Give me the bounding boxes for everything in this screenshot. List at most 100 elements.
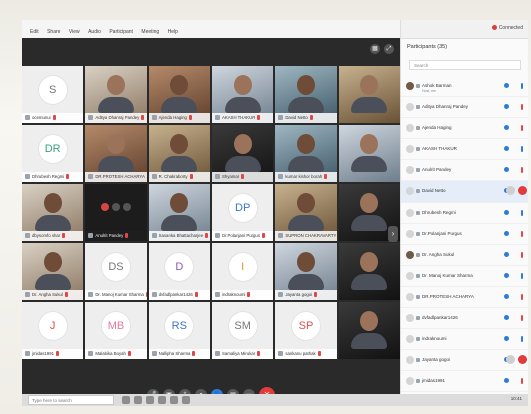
tile-name-label: dbysomfo shar — [32, 233, 61, 238]
video-tile[interactable]: kumar kishor borah — [275, 125, 337, 182]
tile-name-label: Jayanta gogoi — [285, 292, 313, 297]
video-tile[interactable]: Ajenda Haging — [148, 66, 210, 123]
taskbar-search-input[interactable]: Type here to search — [28, 395, 114, 405]
participant-row[interactable]: DR.PROTESH ACHARYA — [401, 287, 528, 309]
participant-row[interactable]: dvfadlpankar1426 — [401, 308, 528, 330]
mic-status-icon — [521, 230, 523, 237]
video-tile[interactable]: Ddvfadlpankar1426 — [148, 243, 210, 300]
video-tile[interactable]: Sasanka Bhattacharjee — [148, 184, 210, 241]
taskbar-app-icon[interactable] — [158, 396, 166, 404]
video-tile[interactable]: DS Dr. Manoj Kumar Sharma — [85, 243, 147, 300]
participant-row[interactable]: Dhrubesh Regmi — [401, 203, 528, 224]
video-tile[interactable] — [338, 66, 400, 123]
video-tile[interactable]: SM Samaliya Mirukar — [211, 302, 274, 359]
participant-icon — [416, 294, 420, 299]
connection-status: Connected — [491, 25, 523, 31]
participant-grid: Socemunui Aditya Dhanraj Pandey Ajenda Hag… — [22, 66, 400, 359]
participant-row[interactable]: Anulrit Pandey — [401, 160, 528, 182]
participant-row[interactable]: David Netto — [401, 181, 528, 203]
video-tile[interactable]: Jjmidas1991 — [22, 302, 84, 359]
participant-name: jmidas1991 — [422, 378, 446, 384]
more-options-icon[interactable] — [506, 355, 515, 365]
menu-edit[interactable]: Edit — [30, 29, 39, 35]
video-tile[interactable]: Aditya Dhanraj Pandey — [85, 66, 147, 123]
taskbar-app-icon[interactable] — [122, 396, 130, 404]
video-tile[interactable]: Jayanta gogoi — [275, 243, 337, 300]
participant-row[interactable]: Dr. Manoj Kumar Sharma — [401, 266, 528, 287]
video-tile[interactable]: dbysomfo shar — [22, 184, 84, 241]
video-tile[interactable]: R. Chakraborty — [148, 125, 210, 182]
video-tile[interactable]: DR Dhrubesh Regmi — [22, 125, 84, 182]
video-tile[interactable] — [338, 243, 400, 300]
menu-meeting[interactable]: Meeting — [141, 29, 159, 35]
more-options-icon[interactable] — [506, 186, 515, 196]
participant-row[interactable]: jmidas1991 — [401, 371, 528, 393]
participant-face-icon — [170, 75, 189, 96]
taskbar-app-icon[interactable] — [170, 396, 178, 404]
taskbar-app-icon[interactable] — [134, 396, 142, 404]
video-tile[interactable]: DP Dr.Polanjani Purgus — [211, 184, 274, 241]
participant-icon — [151, 115, 157, 121]
video-tile[interactable]: Shyamar — [211, 125, 274, 182]
tile-name-bar: Dr.Polanjani Purgus — [211, 231, 274, 241]
participant-row[interactable]: Aditya Dhanraj Pandey — [401, 97, 528, 119]
participant-row[interactable]: Dr.Polanjani Purgus — [401, 224, 528, 245]
avatar — [406, 292, 414, 301]
participant-body-icon — [97, 156, 134, 172]
tile-control-icon[interactable] — [100, 202, 109, 211]
video-tile[interactable]: SP sankanu pathak — [275, 302, 337, 359]
taskbar-app-icon[interactable] — [182, 396, 190, 404]
participant-row[interactable]: indraknoumi — [401, 329, 528, 351]
menu-help[interactable]: Help — [168, 29, 178, 35]
video-status-icon — [504, 104, 509, 110]
participant-row[interactable]: Ashok Barman Host, me — [401, 76, 528, 98]
muted-mic-icon — [55, 351, 59, 357]
video-tile[interactable] — [338, 302, 400, 359]
video-tile[interactable]: Socemunui — [22, 66, 84, 123]
taskbar-app-icon[interactable] — [146, 396, 154, 404]
tile-name-label: indraknoumi — [221, 292, 246, 297]
mic-status-icon — [521, 293, 523, 300]
video-tile[interactable]: MB Malabika Boyah — [85, 302, 147, 359]
participants-search-input[interactable]: Search — [409, 60, 521, 70]
muted-mic-icon — [127, 351, 131, 357]
menu-participant[interactable]: Participant — [109, 29, 133, 35]
menu-view[interactable]: View — [69, 29, 80, 35]
tile-name-bar: David Netto — [275, 113, 337, 123]
layout-icon[interactable]: ▦ — [370, 44, 380, 54]
next-page-chevron-icon[interactable]: › — [388, 226, 398, 242]
video-tile[interactable]: Iindraknoumi — [211, 243, 274, 300]
participant-icon — [151, 233, 157, 239]
video-tile[interactable] — [338, 125, 400, 182]
avatar: DS — [101, 252, 130, 281]
participant-row[interactable]: Dr. Angha Sukul — [401, 245, 528, 266]
avatar — [406, 187, 414, 196]
participant-icon — [278, 233, 284, 239]
menu-share[interactable]: Share — [47, 29, 60, 35]
tile-name-label: jmidas1991 — [32, 351, 54, 356]
avatar — [406, 229, 414, 238]
participants-title[interactable]: Participants (35) — [407, 44, 447, 50]
video-tile[interactable]: RS Nallipha Sharma — [148, 302, 210, 359]
fullscreen-icon[interactable]: ⤢ — [384, 44, 394, 54]
participant-row[interactable]: Jayanta gogoi — [401, 350, 528, 372]
video-tile[interactable]: SUPRON CHAKRAVARTY — [275, 184, 337, 241]
remove-participant-icon[interactable] — [518, 186, 527, 196]
participant-icon — [416, 84, 420, 88]
tile-control-icon[interactable] — [111, 202, 120, 211]
mic-status-icon — [521, 83, 523, 89]
video-tile[interactable]: DR.PROTESH ACHARYA — [85, 125, 147, 182]
video-tile[interactable]: AKASH THAKUR — [211, 66, 274, 123]
video-tile[interactable]: Dr. Angha Sukul — [22, 243, 84, 300]
video-tile[interactable]: David Netto — [275, 66, 337, 123]
participants-panel: Connected Participants (35) Search Ashok… — [400, 20, 528, 406]
remove-participant-icon[interactable] — [518, 355, 527, 365]
tile-control-icon[interactable] — [122, 202, 131, 211]
participant-row[interactable]: Ajenda Haging — [401, 118, 528, 140]
participant-face-icon — [170, 134, 189, 155]
video-tile[interactable]: Anulrit Pandey — [85, 184, 147, 241]
menu-audio[interactable]: Audio — [88, 29, 101, 35]
video-status-icon — [504, 293, 509, 299]
video-status-icon — [504, 125, 509, 131]
participant-row[interactable]: AKASH THAKUR — [401, 139, 528, 161]
